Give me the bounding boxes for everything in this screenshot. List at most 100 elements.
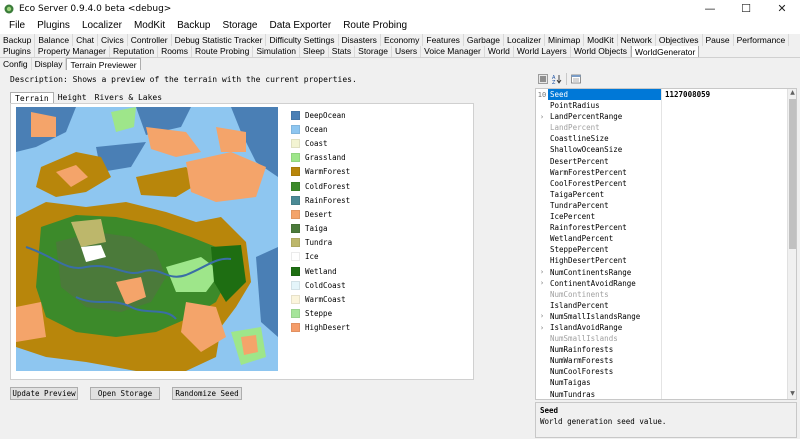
minimize-button[interactable]: — (692, 0, 728, 17)
property-row[interactable]: NumRainforests (536, 344, 788, 356)
menu-item-file[interactable]: File (3, 20, 31, 31)
tab-minimap[interactable]: Minimap (545, 34, 585, 46)
property-row[interactable]: IcePercent (536, 211, 788, 223)
categorized-sort-icon[interactable] (538, 74, 548, 84)
tab-economy[interactable]: Economy (381, 34, 424, 46)
property-grid[interactable]: 10 Seed 1127008059 PointRadius › LandPercentR… (535, 88, 797, 400)
property-grid-scrollbar[interactable]: ▲ ▼ (787, 89, 796, 399)
tab-plugins[interactable]: Plugins (0, 46, 35, 57)
property-row[interactable]: ShallowOceanSize (536, 144, 788, 156)
property-row[interactable]: TundraPercent (536, 199, 788, 212)
expand-chevron-icon[interactable]: › (536, 279, 548, 287)
menu-item-modkit[interactable]: ModKit (128, 20, 171, 31)
property-row[interactable]: NumContinents (536, 288, 788, 300)
property-row[interactable]: WetlandPercent (536, 233, 788, 245)
legend-swatch (291, 195, 300, 205)
property-row[interactable]: SteppePercent (536, 244, 788, 256)
randomize-seed-button[interactable]: Randomize Seed (172, 387, 242, 400)
menu-item-route-probing[interactable]: Route Probing (337, 20, 413, 31)
property-row[interactable]: CoastlineSize (536, 133, 788, 145)
property-row[interactable]: › NumSmallIslandsRange (536, 310, 788, 322)
scroll-up-icon[interactable]: ▲ (788, 89, 796, 98)
property-row[interactable]: CoolForestPercent (536, 177, 788, 189)
legend-swatch (291, 124, 300, 134)
property-pages-icon[interactable] (571, 74, 581, 84)
tab-difficulty-settings[interactable]: Difficulty Settings (266, 34, 339, 46)
property-row[interactable]: › LandPercentRange (536, 111, 788, 123)
tab-reputation[interactable]: Reputation (110, 46, 159, 57)
scroll-thumb[interactable] (789, 99, 796, 249)
property-row[interactable]: NumTaigas (536, 377, 788, 389)
property-value[interactable]: 1127008059 (662, 90, 710, 99)
tab-world[interactable]: World (485, 46, 514, 57)
update-preview-button[interactable]: Update Preview (10, 387, 78, 400)
tab-worldgenerator[interactable]: WorldGenerator (631, 46, 700, 57)
legend-label: Ice (305, 252, 319, 262)
tab-debug-statistic-tracker[interactable]: Debug Statistic Tracker (172, 34, 267, 46)
tab-storage[interactable]: Storage (355, 46, 392, 57)
property-row[interactable]: PointRadius (536, 100, 788, 112)
property-row[interactable]: NumTundras (536, 388, 788, 399)
expand-chevron-icon[interactable]: › (536, 268, 548, 276)
property-row[interactable]: NumSmallIslands (536, 333, 788, 345)
tab-rooms[interactable]: Rooms (158, 46, 192, 57)
property-row[interactable]: TaigaPercent (536, 188, 788, 200)
tab-balance[interactable]: Balance (35, 34, 74, 46)
tab-modkit[interactable]: ModKit (584, 34, 618, 46)
property-row[interactable]: NumWarmForests (536, 355, 788, 367)
property-row[interactable]: NumCoolForests (536, 366, 788, 378)
tab-world-layers[interactable]: World Layers (514, 46, 571, 57)
tab-users[interactable]: Users (392, 46, 422, 57)
tab-garbage[interactable]: Garbage (464, 34, 505, 46)
menu-item-data-exporter[interactable]: Data Exporter (263, 20, 337, 31)
property-name: NumContinentsRange (548, 266, 662, 278)
tab-voice-manager[interactable]: Voice Manager (421, 46, 485, 57)
maximize-button[interactable]: ☐ (728, 0, 764, 17)
property-row[interactable]: › IslandAvoidRange (536, 321, 788, 334)
legend-label: Steppe (305, 309, 333, 319)
property-row[interactable]: 10 Seed 1127008059 (536, 89, 788, 101)
property-row[interactable]: DesertPercent (536, 155, 788, 167)
expand-chevron-icon[interactable]: › (536, 324, 548, 332)
subtab-terrain-previewer[interactable]: Terrain Previewer (66, 58, 141, 70)
menu-item-storage[interactable]: Storage (216, 20, 263, 31)
tab-localizer[interactable]: Localizer (504, 34, 546, 46)
menu-item-backup[interactable]: Backup (171, 20, 216, 31)
close-button[interactable]: ✕ (764, 0, 800, 17)
property-row[interactable]: WarmForestPercent (536, 166, 788, 178)
tab-backup[interactable]: Backup (0, 34, 36, 46)
tab-controller[interactable]: Controller (128, 34, 172, 46)
tab-stats[interactable]: Stats (329, 46, 356, 57)
tab-property-manager[interactable]: Property Manager (35, 46, 110, 57)
property-row[interactable]: HighDesertPercent (536, 255, 788, 267)
tab-performance[interactable]: Performance (734, 34, 790, 46)
property-row[interactable]: LandPercent (536, 122, 788, 134)
legend-item: Ice (291, 250, 350, 264)
menu-item-plugins[interactable]: Plugins (31, 20, 76, 31)
property-row[interactable]: RainforestPercent (536, 222, 788, 234)
tab-disasters[interactable]: Disasters (339, 34, 381, 46)
tab-features[interactable]: Features (423, 34, 464, 46)
expand-chevron-icon[interactable]: › (536, 312, 548, 320)
tab-network[interactable]: Network (618, 34, 656, 46)
subtab-config[interactable]: Config (0, 58, 32, 70)
property-row[interactable]: › NumContinentsRange (536, 266, 788, 278)
desert-region (16, 302, 46, 342)
expand-chevron-icon[interactable]: › (536, 113, 548, 121)
menu-item-localizer[interactable]: Localizer (76, 20, 128, 31)
alphabetical-sort-icon[interactable]: A Z (552, 74, 562, 84)
tab-chat[interactable]: Chat (73, 34, 99, 46)
subtab-display[interactable]: Display (32, 58, 67, 70)
tab-route-probing[interactable]: Route Probing (192, 46, 254, 57)
tab-objectives[interactable]: Objectives (656, 34, 703, 46)
tab-civics[interactable]: Civics (98, 34, 128, 46)
tab-simulation[interactable]: Simulation (253, 46, 301, 57)
tab-sleep[interactable]: Sleep (300, 46, 329, 57)
open-storage-button[interactable]: Open Storage (90, 387, 160, 400)
tab-world-objects[interactable]: World Objects (571, 46, 632, 57)
scroll-down-icon[interactable]: ▼ (788, 390, 796, 399)
property-row[interactable]: IslandPercent (536, 299, 788, 311)
tab-pause[interactable]: Pause (703, 34, 734, 46)
property-name: Seed (548, 89, 662, 101)
property-row[interactable]: › ContinentAvoidRange (536, 277, 788, 289)
